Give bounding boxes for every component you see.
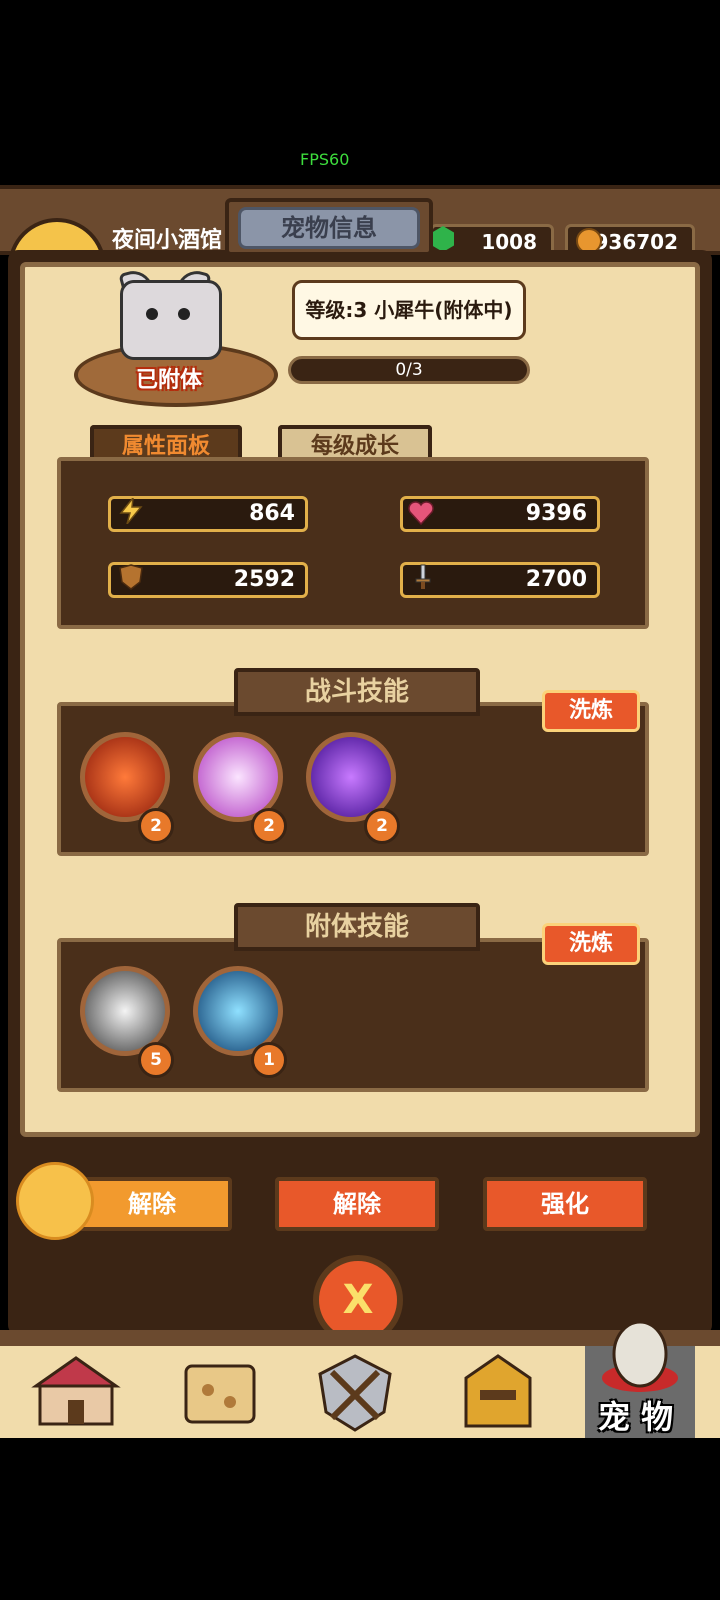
attached-label: 已附体 <box>136 368 203 393</box>
pet-eye <box>146 308 158 320</box>
possession-refine-button[interactable]: 洗炼 <box>542 923 640 965</box>
release-button[interactable]: 解除 <box>72 1177 232 1231</box>
attribute-panel <box>57 457 649 629</box>
nav-pet-label: 宠 物 <box>598 1398 674 1436</box>
combat-skills-title: 战斗技能 <box>234 668 480 716</box>
rhino-pet-icon[interactable] <box>120 280 222 360</box>
possession-skills-title: 附体技能 <box>234 903 480 951</box>
egg-icon <box>602 1320 678 1392</box>
exp-progress-bar: 0/3 <box>288 356 530 384</box>
sword-icon <box>415 564 431 589</box>
map-scroll-icon[interactable] <box>172 1350 282 1434</box>
skill-level-badge: 1 <box>251 1042 287 1078</box>
combat-refine-button[interactable]: 洗炼 <box>542 690 640 732</box>
skill-level-badge: 2 <box>138 808 174 844</box>
enhance-button[interactable]: 强化 <box>483 1177 647 1231</box>
castle-icon[interactable] <box>30 1350 140 1434</box>
crossed-swords-icon[interactable] <box>310 1350 420 1434</box>
helper-character-icon[interactable] <box>16 1162 94 1240</box>
shield-icon <box>119 564 143 590</box>
pet-level-label: 等级:3 小犀牛(附体中) <box>292 280 526 340</box>
skill-level-badge: 2 <box>251 808 287 844</box>
helmet-icon[interactable] <box>452 1350 562 1434</box>
skill-level-badge: 2 <box>364 808 400 844</box>
dialog-title: 宠物信息 <box>238 207 420 249</box>
release-attach-button[interactable]: 解除 <box>275 1177 439 1231</box>
pet-eye <box>178 308 190 320</box>
lightning-icon <box>119 498 143 524</box>
fps-counter: FPS60 <box>300 150 350 169</box>
skill-level-badge: 5 <box>138 1042 174 1078</box>
heart-icon <box>408 501 434 526</box>
